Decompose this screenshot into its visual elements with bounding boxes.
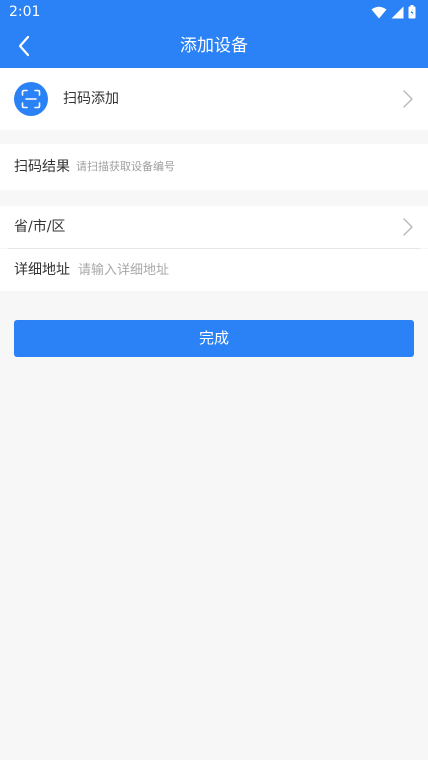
chevron-right-icon	[403, 218, 413, 236]
address-label: 详细地址	[14, 262, 70, 278]
scan-icon	[21, 89, 41, 109]
status-icons	[371, 5, 416, 19]
scan-badge	[14, 82, 48, 116]
region-picker-row[interactable]: 省/市/区	[0, 206, 428, 248]
address-row: 详细地址	[0, 249, 428, 291]
nav-bar: 添加设备	[0, 24, 428, 68]
status-time: 2:01	[9, 4, 41, 20]
scan-result-label: 扫码结果	[14, 159, 70, 175]
battery-icon	[408, 5, 416, 19]
wifi-icon	[371, 6, 387, 18]
address-input[interactable]	[78, 259, 408, 281]
scan-result-value: 请扫描获取设备编号	[76, 160, 175, 173]
scan-result-row: 扫码结果 请扫描获取设备编号	[0, 144, 428, 190]
scan-add-label: 扫码添加	[63, 91, 119, 107]
signal-icon	[391, 6, 404, 18]
status-bar: 2:01	[0, 0, 428, 24]
chevron-right-icon	[403, 90, 413, 108]
page-title: 添加设备	[180, 36, 248, 56]
region-label: 省/市/区	[14, 219, 66, 235]
scan-add-row[interactable]: 扫码添加	[0, 68, 428, 130]
done-button[interactable]: 完成	[14, 320, 414, 357]
